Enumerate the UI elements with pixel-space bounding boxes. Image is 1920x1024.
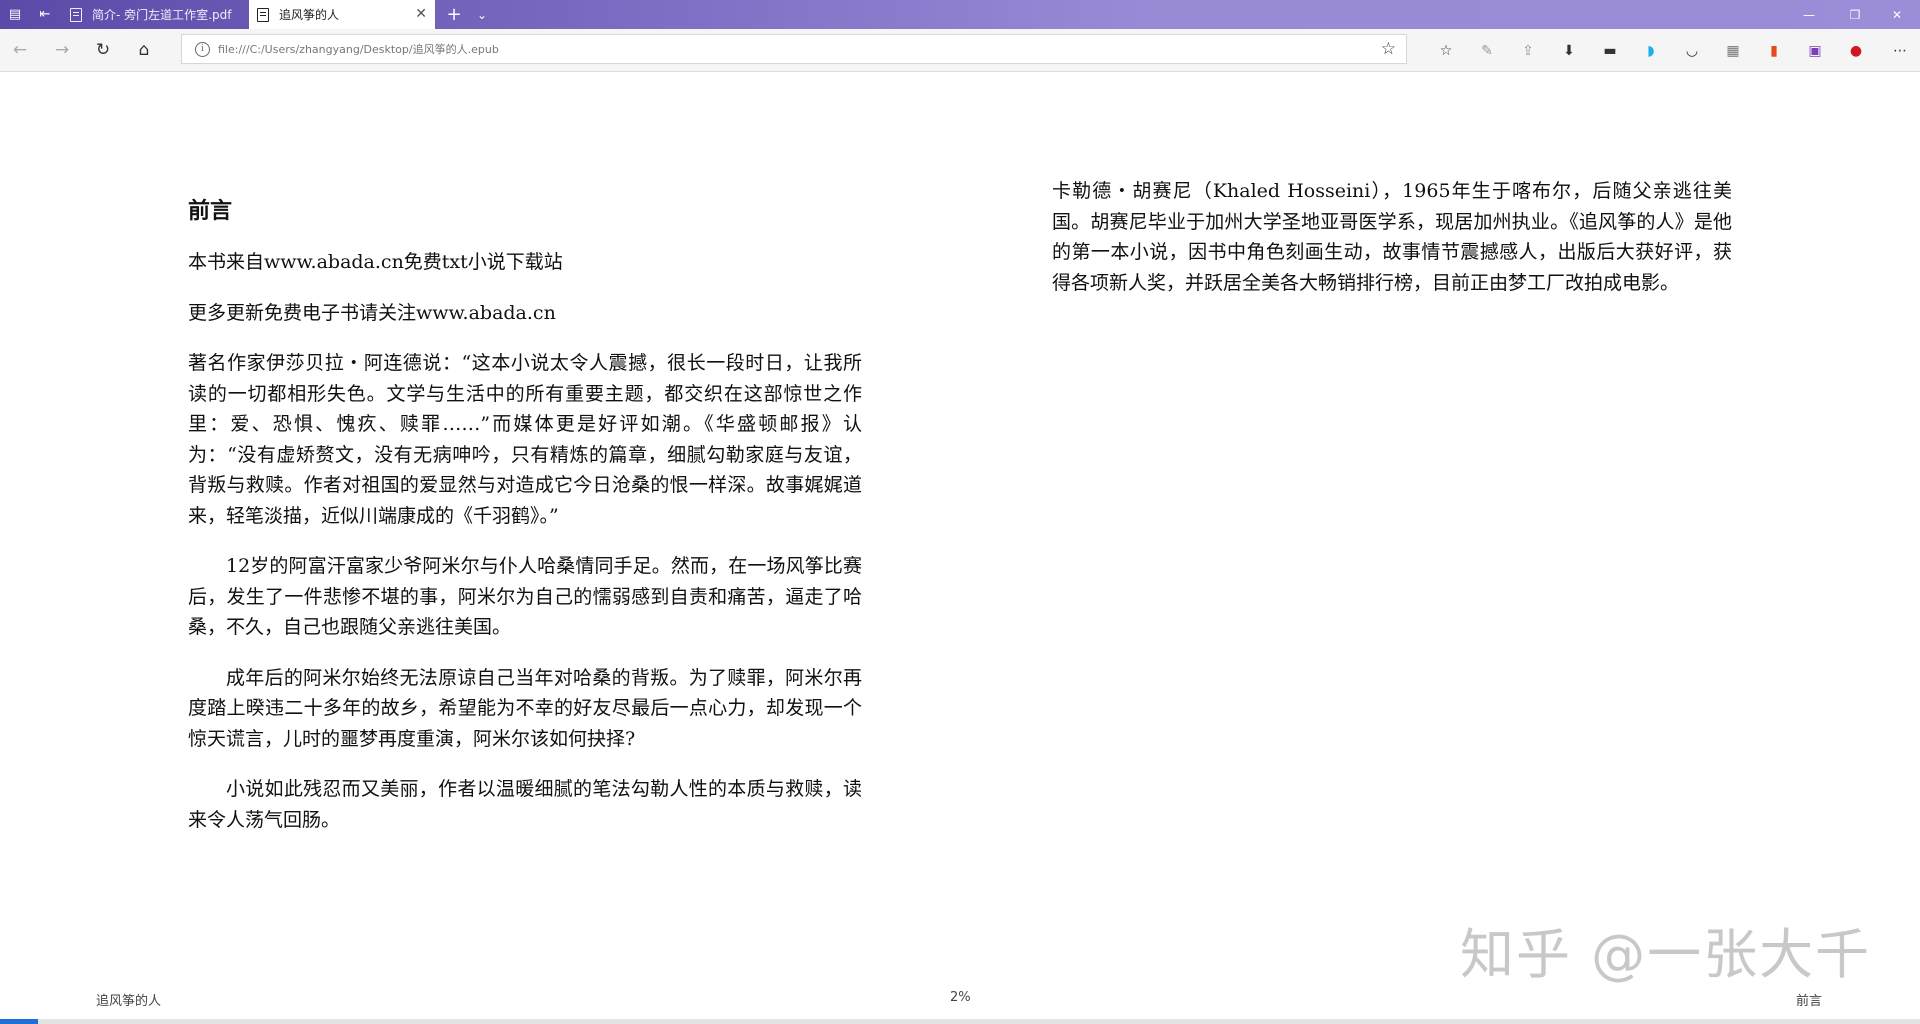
- url-text[interactable]: file:///C:/Users/zhangyang/Desktop/追风筝的人…: [218, 41, 499, 57]
- home-button[interactable]: ⌂: [129, 36, 159, 64]
- reading-progress-fill: [0, 1019, 39, 1024]
- site-info-icon[interactable]: i: [195, 42, 210, 57]
- navigation-bar: ← → ↻ ⌂ i file:///C:/Users/zhangyang/Des…: [0, 29, 1920, 72]
- close-window-button[interactable]: ✕: [1874, 0, 1920, 29]
- tab-preview-chevron-icon[interactable]: ⌄: [470, 0, 494, 29]
- tab-label: 简介- 旁门左道工作室.pdf: [92, 8, 232, 22]
- download-icon[interactable]: ⬇: [1559, 41, 1579, 61]
- forward-button[interactable]: →: [47, 36, 77, 64]
- tab-label: 追风筝的人: [279, 8, 340, 22]
- paragraph: 本书来自www.abada.cn免费txt小说下载站: [188, 251, 563, 273]
- reader-extension-icon[interactable]: ▦: [1723, 41, 1743, 61]
- footer-progress-percent: 2%: [950, 990, 971, 1005]
- paragraph: 成年后的阿米尔始终无法原谅自己当年对哈桑的背叛。为了赎罪，阿米尔再度踏上暌违二十…: [188, 666, 862, 750]
- set-tabs-aside-icon[interactable]: ⇤: [30, 0, 60, 29]
- tab-pdf[interactable]: 简介- 旁门左道工作室.pdf: [62, 0, 248, 29]
- pinterest-icon[interactable]: ●: [1846, 41, 1866, 61]
- paragraph: 卡勒德・胡赛尼（Khaled Hosseini），1965年生于喀布尔，后随父亲…: [1052, 180, 1732, 294]
- onenote-icon[interactable]: ▣: [1805, 41, 1825, 61]
- right-page: 卡勒德・胡赛尼（Khaled Hosseini），1965年生于喀布尔，后随父亲…: [1052, 176, 1732, 318]
- back-button[interactable]: ←: [5, 36, 35, 64]
- reading-progress-bar[interactable]: [0, 1019, 1920, 1024]
- tab-manager-icon[interactable]: ▤: [0, 0, 30, 29]
- paragraph: 著名作家伊莎贝拉・阿连德说：“这本小说太令人震撼，很长一段时日，让我所读的一切都…: [188, 352, 862, 527]
- more-menu-icon[interactable]: ⋯: [1890, 41, 1910, 61]
- extension-icon[interactable]: ▬: [1600, 41, 1620, 61]
- epub-reader: 前言 本书来自www.abada.cn免费txt小说下载站 更多更新免费电子书请…: [0, 72, 1920, 1024]
- chapter-heading: 前言: [188, 199, 233, 224]
- pocket-icon[interactable]: ◡: [1682, 41, 1702, 61]
- watermark: 知乎 @一张大千: [1460, 923, 1872, 986]
- translate-extension-icon[interactable]: ◗: [1641, 41, 1661, 61]
- tab-actions: ▤ ⇤: [0, 0, 60, 29]
- footer-chapter-name: 前言: [1796, 994, 1823, 1009]
- paragraph: 更多更新免费电子书请关注www.abada.cn: [188, 301, 556, 324]
- restore-button[interactable]: ❐: [1832, 0, 1878, 29]
- office-icon[interactable]: ▮: [1764, 41, 1784, 61]
- paragraph: 12岁的阿富汗富家少爷阿米尔与仆人哈桑情同手足。然而，在一场风筝比赛后，发生了一…: [188, 555, 862, 638]
- refresh-button[interactable]: ↻: [88, 36, 118, 64]
- footer-book-title: 追风筝的人: [96, 994, 162, 1009]
- paragraph: 小说如此残忍而又美丽，作者以温暖细腻的笔法勾勒人性的本质与救赎，读来令人荡气回肠…: [188, 778, 862, 831]
- close-tab-icon[interactable]: ✕: [415, 6, 427, 22]
- book-icon: [257, 7, 269, 22]
- new-tab-button[interactable]: +: [442, 0, 466, 29]
- left-page: 前言 本书来自www.abada.cn免费txt小说下载站 更多更新免费电子书请…: [188, 199, 862, 855]
- minimize-button[interactable]: —: [1786, 0, 1832, 29]
- share-icon[interactable]: ⇪: [1518, 41, 1538, 61]
- document-icon: [70, 7, 82, 22]
- address-bar[interactable]: i file:///C:/Users/zhangyang/Desktop/追风筝…: [181, 34, 1407, 64]
- title-bar: ▤ ⇤ 简介- 旁门左道工作室.pdf 追风筝的人 ✕ + ⌄ — ❐ ✕: [0, 0, 1920, 29]
- favorites-icon[interactable]: ☆: [1436, 41, 1456, 61]
- tab-epub[interactable]: 追风筝的人 ✕: [249, 0, 435, 29]
- web-note-icon[interactable]: ✎: [1477, 41, 1497, 61]
- add-favorite-star-icon[interactable]: ☆: [1381, 39, 1396, 59]
